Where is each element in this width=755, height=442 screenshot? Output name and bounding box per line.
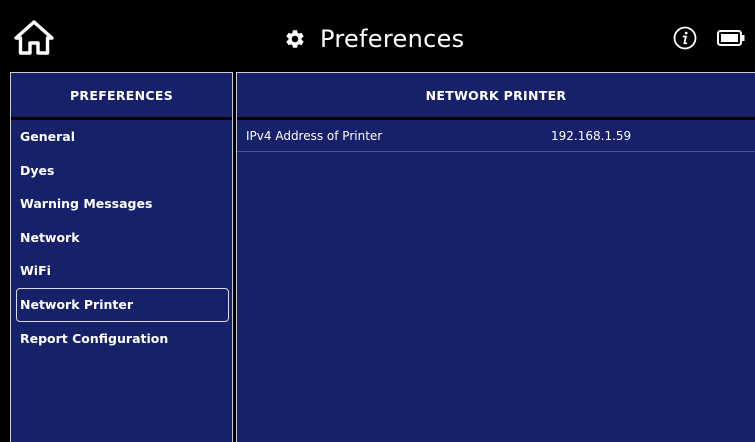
- sidebar-item-network[interactable]: Network: [11, 221, 232, 255]
- preferences-menu: General Dyes Warning Messages Network Wi…: [11, 120, 232, 355]
- content-header: NETWORK PRINTER: [237, 73, 755, 120]
- sidebar-item-report-configuration[interactable]: Report Configuration: [11, 322, 232, 356]
- sidebar-item-network-printer[interactable]: Network Printer: [11, 287, 232, 322]
- network-printer-panel: NETWORK PRINTER IPv4 Address of Printer …: [236, 72, 755, 442]
- ipv4-address-value: 192.168.1.59: [551, 128, 632, 143]
- sidebar-item-wifi[interactable]: WiFi: [11, 254, 232, 288]
- page-title: Preferences: [320, 25, 465, 53]
- preferences-screen: Preferences PREFERENCES General Dyes War…: [0, 0, 755, 442]
- sidebar-item-warning-messages[interactable]: Warning Messages: [11, 187, 232, 221]
- home-icon[interactable]: [14, 20, 54, 56]
- preferences-sidebar: PREFERENCES General Dyes Warning Message…: [10, 72, 233, 442]
- sidebar-header: PREFERENCES: [11, 73, 232, 120]
- battery-icon: [717, 30, 745, 46]
- ipv4-address-label: IPv4 Address of Printer: [246, 128, 383, 143]
- gear-icon: [284, 28, 306, 50]
- top-bar: Preferences: [0, 0, 755, 72]
- sidebar-item-dyes[interactable]: Dyes: [11, 154, 232, 188]
- page-title-group: Preferences: [284, 22, 464, 56]
- sidebar-item-general[interactable]: General: [11, 120, 232, 154]
- ipv4-address-row[interactable]: IPv4 Address of Printer 192.168.1.59: [237, 120, 755, 152]
- info-icon[interactable]: [673, 26, 697, 50]
